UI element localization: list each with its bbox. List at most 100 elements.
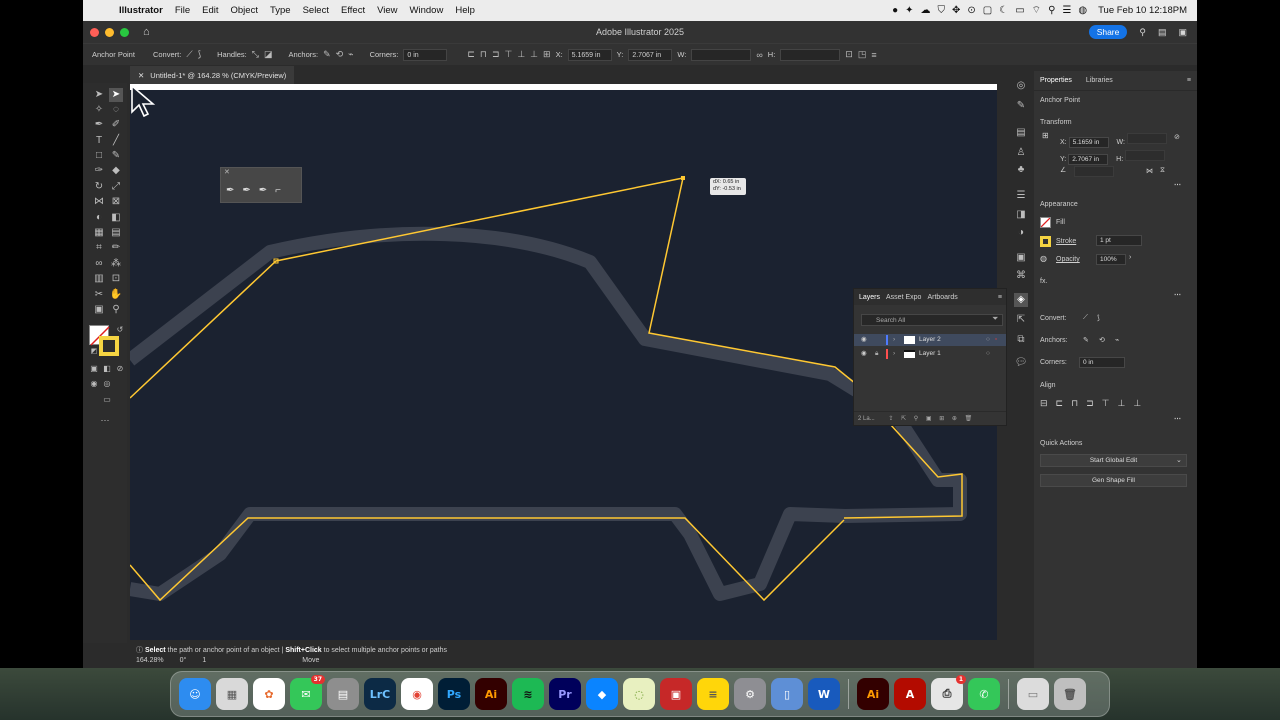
x-position-field[interactable]: 5.1659 in [1068, 137, 1109, 148]
locate-object-icon[interactable]: ⚲ [914, 416, 918, 422]
stroke-label[interactable]: Stroke [1056, 238, 1076, 245]
free-transform-tool-icon[interactable]: ⊠ [109, 195, 123, 209]
menu-effect[interactable]: Effect [335, 5, 371, 16]
height-field[interactable] [1125, 150, 1166, 161]
menu-view[interactable]: View [371, 5, 403, 16]
swap-fill-stroke-icon[interactable]: ↺ [113, 323, 127, 337]
width-tool-icon[interactable]: ⋈ [92, 195, 106, 209]
folder-icon[interactable]: ▭ [1017, 678, 1049, 710]
puppet-icon[interactable]: ♙ [1014, 146, 1028, 160]
color-mode-icon[interactable]: ▣ [87, 362, 101, 376]
artboard-tool-icon[interactable]: ⊡ [109, 272, 123, 286]
convert-smooth-icon[interactable]: ⟆ [1097, 314, 1100, 322]
start-global-edit-button[interactable]: Start Global Edit [1040, 454, 1187, 467]
transform-icon[interactable]: ⊡ [845, 49, 853, 60]
connect-anchor-icon[interactable]: ⟲ [1099, 336, 1105, 344]
menu-edit[interactable]: Edit [196, 5, 224, 16]
creative-cloud-icon[interactable]: ☁ [921, 5, 931, 16]
link-proportions-icon[interactable]: ⊘ [1174, 133, 1180, 141]
cut-path-icon[interactable]: ⌁ [1115, 336, 1119, 344]
lumen-icon[interactable]: ◌ [623, 678, 655, 710]
pen-tool-icon[interactable]: ✒ [226, 185, 234, 196]
calculator-icon[interactable]: ▤ [327, 678, 359, 710]
screen-mode-icon[interactable]: ▭ [100, 393, 114, 407]
menu-select[interactable]: Select [297, 5, 335, 16]
premiere-icon[interactable]: Pr [549, 678, 581, 710]
location-icon[interactable]: ◆ [586, 678, 618, 710]
stroke-swatch[interactable] [1040, 236, 1051, 247]
tab-asset-export[interactable]: Asset Expo [886, 294, 921, 301]
window-icon[interactable]: ▢ [983, 5, 992, 16]
layer-name[interactable]: Layer 2 [919, 334, 941, 346]
rotate-tool-icon[interactable]: ↻ [92, 180, 106, 194]
export-icon[interactable]: ⇱ [901, 416, 906, 422]
stroke-weight-field[interactable]: 1 pt [1096, 235, 1142, 246]
panel-menu-icon[interactable]: ≡ [1187, 77, 1197, 84]
visibility-eye-icon[interactable]: ◉ [861, 348, 867, 360]
width-field[interactable] [1126, 133, 1167, 144]
menu-file[interactable]: File [169, 5, 196, 16]
menu-app-illustrator[interactable]: Illustrator [113, 5, 169, 16]
align-top-icon[interactable]: ⊤ [504, 49, 512, 60]
wifi-icon[interactable]: ⌔ [1032, 4, 1041, 17]
shape-builder-tool-icon[interactable]: ◐ [92, 211, 106, 225]
slice-tool-icon[interactable]: ✂ [92, 288, 106, 302]
photo-booth-icon[interactable]: ▣ [660, 678, 692, 710]
photoshop-icon[interactable]: Ps [438, 678, 470, 710]
search-icon[interactable]: ⚲ [1139, 27, 1146, 38]
curvature-tool-icon[interactable]: ✐ [109, 118, 123, 132]
column-graph-tool-icon[interactable]: ▥ [92, 272, 106, 286]
panel-menu-icon[interactable]: ≡ [998, 294, 1006, 301]
printer-icon[interactable]: ⎙ 1 [931, 675, 966, 710]
libraries-icon[interactable]: ✎ [1014, 99, 1028, 113]
live-paint-tool-icon[interactable]: ◧ [109, 211, 123, 225]
dropbox-icon[interactable]: ✥ [952, 5, 960, 16]
comments-icon[interactable]: 💬︎ [1014, 356, 1028, 370]
tab-libraries[interactable]: Libraries [1086, 77, 1113, 84]
y-position-field[interactable]: 2.7067 in [1068, 154, 1109, 165]
scale-tool-icon[interactable]: ⤢ [109, 180, 123, 194]
align-right-icon[interactable]: ⊐ [1086, 398, 1094, 409]
illustrator-icon[interactable]: Ai [857, 678, 889, 710]
convert-corner-icon[interactable]: ⟋ [186, 49, 192, 60]
height-field[interactable] [780, 48, 841, 61]
shield-icon[interactable]: ⛉ [938, 5, 946, 16]
opacity-field[interactable]: 100% [1096, 254, 1126, 265]
align-middle-icon[interactable]: ⊥ [517, 49, 525, 60]
selection-indicator-icon[interactable]: ▫ [995, 334, 997, 346]
close-palette-icon[interactable]: ✕ [224, 168, 230, 176]
record-icon[interactable]: ● [892, 5, 898, 16]
y-position-field[interactable]: 2.7067 in [628, 48, 673, 61]
launchpad-icon[interactable]: ▦ [216, 678, 248, 710]
moon-icon[interactable]: ☾ [999, 5, 1008, 16]
appearance-more-icon[interactable]: ⋯ [1174, 291, 1181, 299]
opacity-chevron-icon[interactable]: › [1129, 254, 1131, 261]
align-to-icon[interactable]: ⊟ [1040, 398, 1048, 409]
visibility-eye-icon[interactable]: ◉ [861, 334, 867, 346]
tab-layers[interactable]: Layers [859, 294, 880, 301]
chrome-icon[interactable]: ◉ [401, 678, 433, 710]
anchor-point-tool-icon[interactable]: ⌐ [275, 185, 281, 196]
reference-point-icon[interactable]: ⊞ [543, 49, 551, 60]
remove-anchor-icon[interactable]: ✎ [1083, 336, 1089, 344]
gradient-mode-icon[interactable]: ◧ [100, 362, 114, 376]
align-right-icon[interactable]: ⊐ [492, 49, 500, 60]
fill-label[interactable]: Fill [1056, 219, 1065, 226]
align-vcenter-icon[interactable]: ⊥ [1118, 398, 1126, 409]
hide-handles-icon[interactable]: ◪ [264, 49, 273, 60]
fill-swatch[interactable] [1040, 217, 1051, 228]
collect-export-icon[interactable]: ⇪ [888, 416, 893, 422]
paintbrush-tool-icon[interactable]: ✎ [109, 149, 123, 163]
width-field[interactable] [691, 48, 752, 61]
battery-icon[interactable]: ▭ [1015, 5, 1024, 16]
sparkle-icon[interactable]: ✦ [905, 5, 913, 16]
tab-artboards[interactable]: Artboards [927, 294, 957, 301]
status-tool[interactable]: Move [302, 657, 319, 664]
link-icon[interactable]: ∞ [756, 50, 762, 60]
target-circle-icon[interactable]: ○ [986, 348, 990, 360]
layer-row[interactable]: ◉ › Layer 2 ○ ▫ [854, 334, 1006, 346]
connect-anchor-icon[interactable]: ⟲ [336, 49, 344, 60]
lock-icon[interactable]: 🔒︎ [875, 348, 878, 360]
lightroom-classic-icon[interactable]: LrC [364, 678, 396, 710]
appearance-icon[interactable]: ◑ [1014, 226, 1028, 240]
